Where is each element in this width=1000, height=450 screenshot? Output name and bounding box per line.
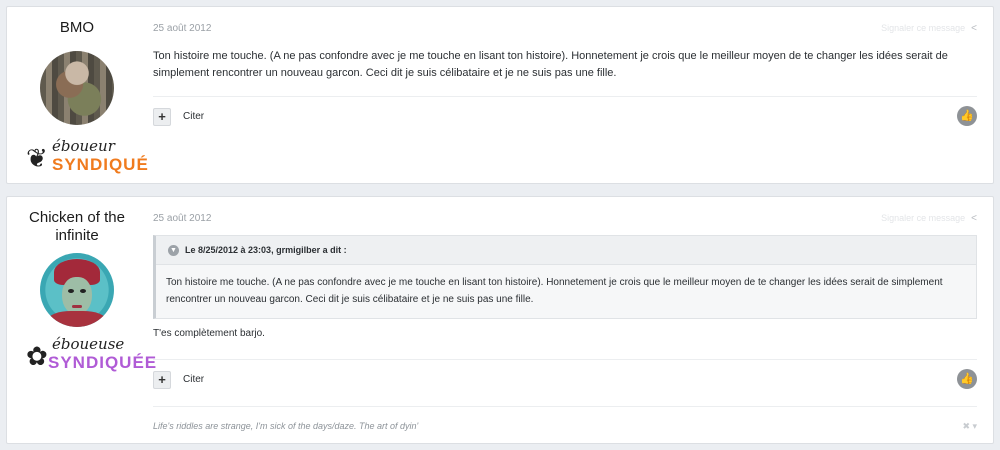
author-panel: BMO ❦ éboueur SYNDIQUÉ <box>7 7 148 181</box>
user-badge: ✿ éboueuse SYNDIQUÉE <box>22 333 156 379</box>
divider <box>153 359 977 360</box>
report-link[interactable]: Signaler ce message <box>881 213 965 223</box>
signature: Life's riddles are strange, I'm sick of … <box>153 421 419 431</box>
flower-icon: ✿ <box>26 341 48 371</box>
share-icon[interactable]: < <box>971 213 977 224</box>
report-area: Signaler ce message < <box>881 23 977 34</box>
quote-button[interactable]: Citer <box>183 111 204 122</box>
author-name[interactable]: Chicken of the infinite <box>17 197 137 245</box>
divider <box>153 96 977 97</box>
post-date[interactable]: 25 août 2012 <box>153 213 211 224</box>
divider <box>153 406 977 407</box>
post-body: Ton histoire me touche. (A ne pas confon… <box>153 50 948 79</box>
badge-top-text: éboueuse <box>52 335 125 353</box>
post-content: 25 août 2012 Signaler ce message < Ton hi… <box>153 7 977 183</box>
quote-block: ▼ Le 8/25/2012 à 23:03, grmigilber a dit … <box>153 235 977 319</box>
quote-text: Ton histoire me touche. (A ne pas confon… <box>166 277 943 305</box>
report-link[interactable]: Signaler ce message <box>881 23 965 33</box>
signature-options-icon[interactable]: ✖ ▾ <box>962 421 977 432</box>
quote-button[interactable]: Citer <box>183 374 204 385</box>
post-chicken: Chicken of the infinite ✿ éboueuse SYNDI… <box>6 196 994 444</box>
post-content: 25 août 2012 Signaler ce message < ▼ Le 8/… <box>153 197 977 443</box>
post-body: T'es complètement barjo. <box>153 328 265 339</box>
author-name[interactable]: BMO <box>17 7 137 37</box>
author-panel: Chicken of the infinite ✿ éboueuse SYNDI… <box>7 197 156 379</box>
badge-bottom-text: SYNDIQUÉ <box>52 155 149 174</box>
thumbs-up-icon[interactable]: 👍 <box>957 369 977 389</box>
thumbs-up-icon[interactable]: 👍 <box>957 106 977 126</box>
multiquote-button[interactable]: + <box>153 371 171 389</box>
report-area: Signaler ce message < <box>881 213 977 224</box>
quote-citation: Le 8/25/2012 à 23:03, grmigilber a dit : <box>185 245 347 255</box>
badge-top-text: éboueur <box>52 137 115 155</box>
spray-can-icon: ❦ <box>26 143 48 173</box>
post-date[interactable]: 25 août 2012 <box>153 23 211 34</box>
avatar[interactable] <box>40 253 114 327</box>
post-bmo: BMO ❦ éboueur SYNDIQUÉ 25 août 2012 Sign… <box>6 6 994 184</box>
avatar[interactable] <box>40 51 114 125</box>
chevron-down-icon[interactable]: ▼ <box>168 245 179 257</box>
badge-bottom-text: SYNDIQUÉE <box>48 353 158 372</box>
user-badge: ❦ éboueur SYNDIQUÉ <box>22 135 148 181</box>
quote-header[interactable]: ▼ Le 8/25/2012 à 23:03, grmigilber a dit … <box>156 236 976 265</box>
share-icon[interactable]: < <box>971 23 977 34</box>
multiquote-button[interactable]: + <box>153 108 171 126</box>
